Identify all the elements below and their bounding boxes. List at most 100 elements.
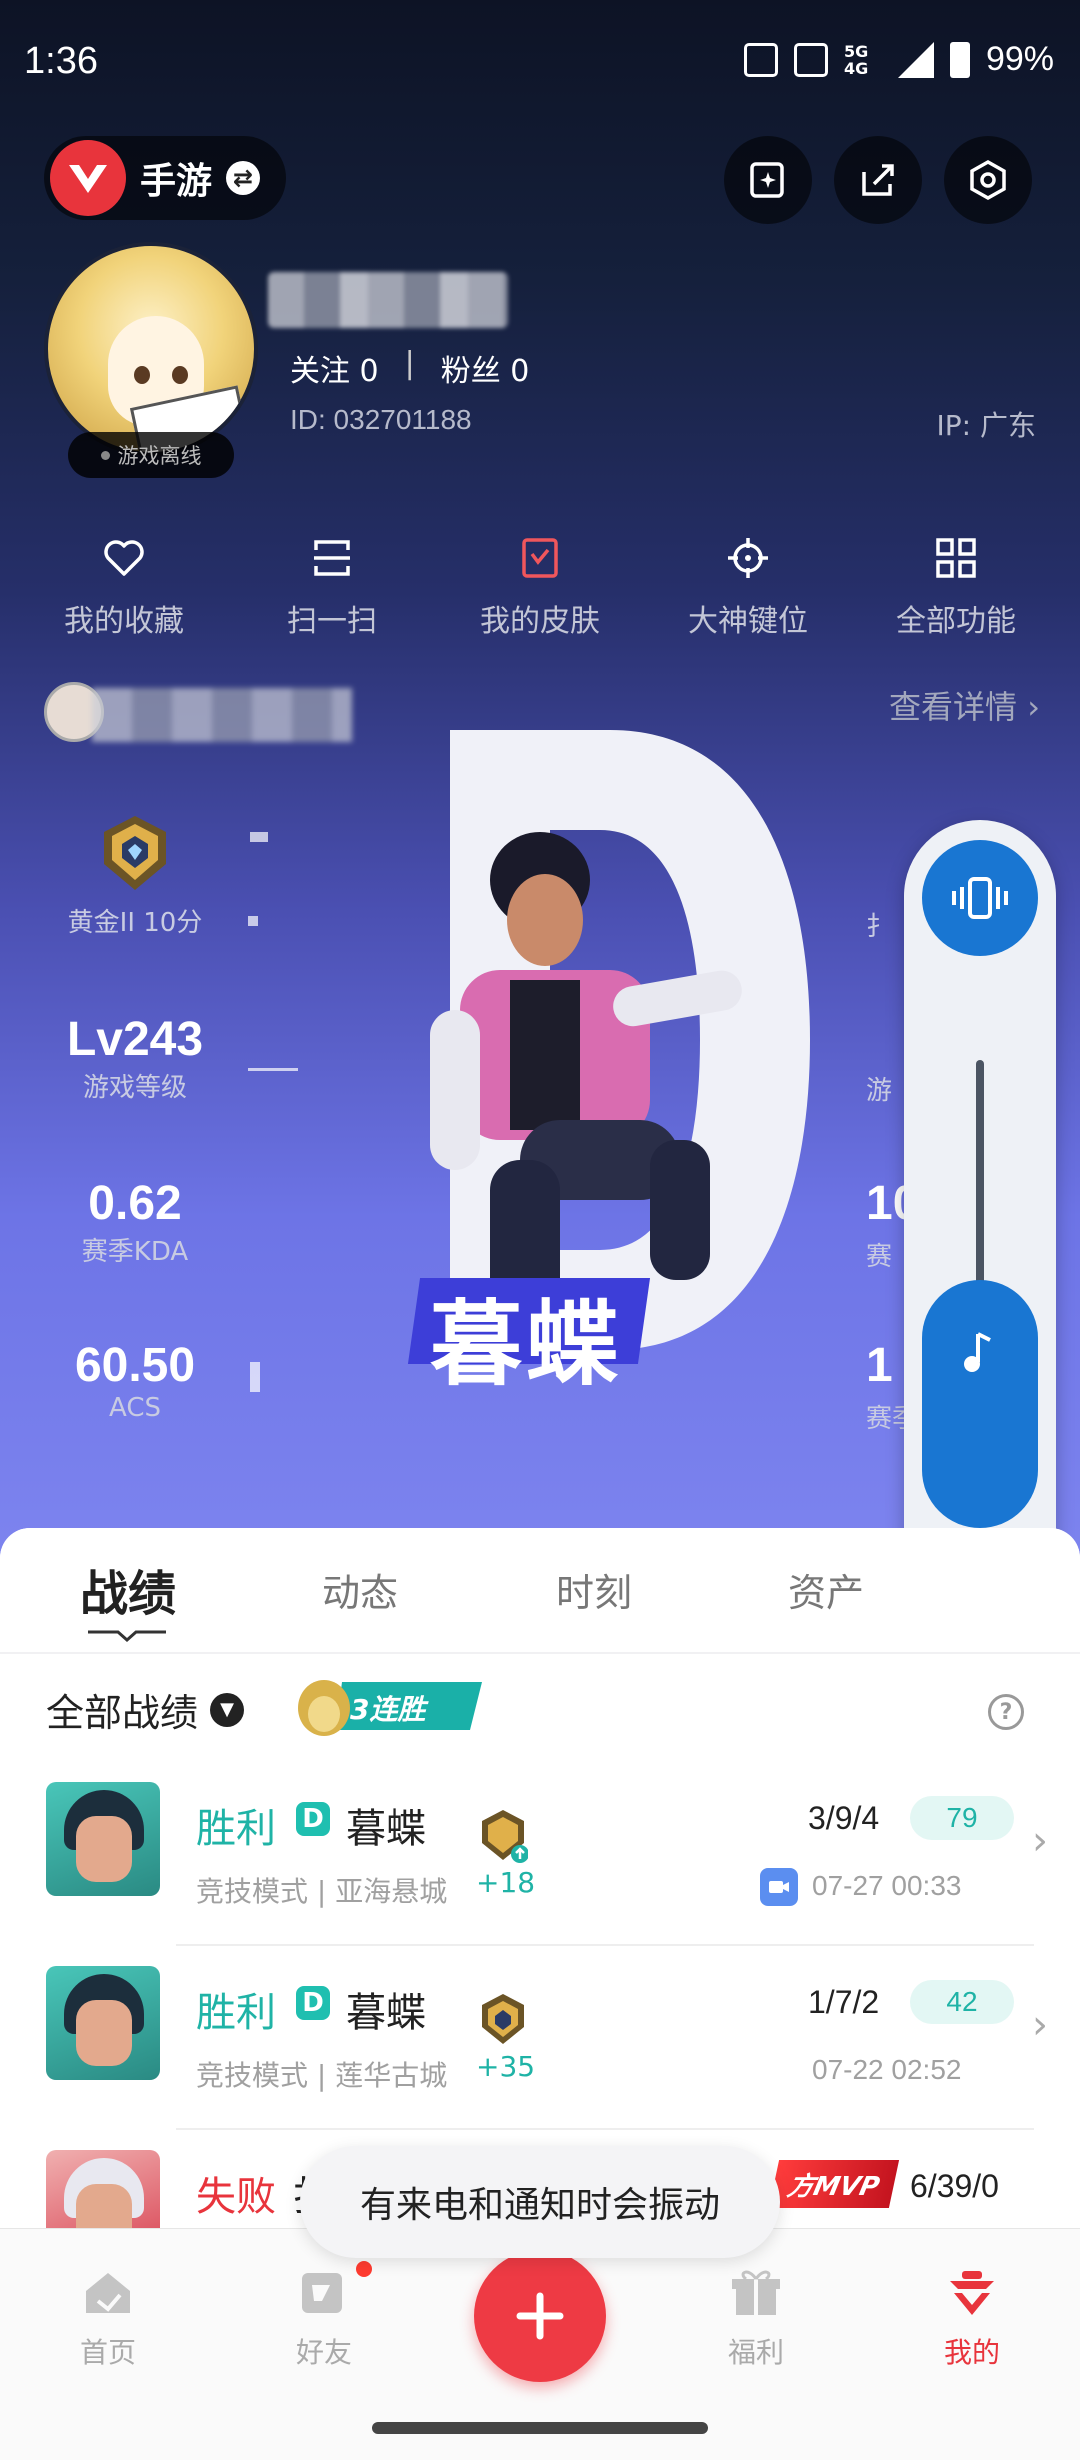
swap-icon: ⇄ [226, 161, 261, 195]
nav-friends[interactable]: 好友 [264, 2261, 384, 2371]
quick-item-label: 大神键位 [688, 604, 808, 639]
tab-assets[interactable]: 资产 [788, 1562, 864, 1617]
gift-icon [732, 2270, 780, 2315]
content-tabs: 战绩 动态 时刻 资产 [0, 1528, 1080, 1652]
edit-card-button[interactable] [724, 136, 812, 224]
agent-name: 暮蝶 [430, 1291, 623, 1398]
blurred-username [268, 272, 508, 328]
status-text: 游戏离线 [117, 444, 202, 468]
chevron-right-icon: › [1032, 2002, 1048, 2048]
nav-benefits[interactable]: 福利 [696, 2265, 816, 2371]
follow-count[interactable]: 关注 0 [290, 346, 379, 390]
status-time: 1:36 [24, 40, 98, 82]
acs-value: 60.50 [74, 1339, 196, 1392]
quick-item-keymap[interactable]: 大神键位 [663, 534, 833, 640]
quick-item-label: 扫一扫 [287, 604, 377, 639]
rank-change-icon [482, 1810, 528, 1863]
music-note-icon [964, 1332, 991, 1372]
match-time: 07-22 02:52 [812, 2054, 962, 2085]
skin-icon [522, 538, 558, 578]
nav-me[interactable]: 我的 [912, 2265, 1032, 2371]
scan-icon [314, 540, 350, 576]
profile-icon [950, 2271, 994, 2315]
match-result: 胜利 [196, 1990, 276, 2036]
quick-item-label: 我的皮肤 [480, 604, 600, 639]
ip-location: IP: 广东 [936, 409, 1036, 442]
agent-badge: D [296, 1802, 330, 1836]
network-type: 5G 4G [843, 41, 869, 78]
nav-label: 首页 [79, 2336, 136, 2369]
match-row[interactable]: 胜利 D 暮蝶 竞技模式 | 亚海悬城 +18 3/9/4 79 07-27 0… [0, 1762, 1080, 1946]
match-result: 胜利 [196, 1806, 276, 1852]
level-value: Lv243 [66, 1013, 204, 1066]
video-icon[interactable] [760, 1868, 798, 1906]
active-tab-indicator [88, 1630, 166, 1642]
stat-level: Lv243 游戏等级 [40, 1012, 230, 1104]
nav-label: 我的 [943, 2336, 1000, 2369]
stat-acs: 60.50 ACS [40, 1338, 230, 1423]
settings-button[interactable] [944, 136, 1032, 224]
quick-item-scan[interactable]: 扫一扫 [247, 534, 417, 640]
match-agent-name: 暮蝶 [346, 1990, 426, 2036]
rank-label: 黄金II 10分 [67, 908, 203, 938]
filter-label: 全部战绩 [46, 1691, 199, 1735]
create-post-button[interactable] [474, 2250, 606, 2382]
match-agent-name: 暮蝶 [346, 1806, 426, 1852]
agent-letter: D [440, 720, 452, 724]
ringer-mode-button[interactable] [922, 840, 1038, 956]
kda-label: 赛季KDA [81, 1237, 189, 1267]
rank-delta: +35 [476, 2050, 536, 2083]
status-dot [100, 450, 110, 460]
share-button[interactable] [834, 136, 922, 224]
notification-dot [356, 2261, 372, 2277]
decorative-mark [248, 916, 258, 926]
quick-item-label: 全部功能 [896, 604, 1016, 639]
volume-track[interactable] [976, 1060, 984, 1300]
media-volume-slider[interactable] [922, 1280, 1038, 1528]
status-bar: 1:36 5G 4G 99% [0, 0, 1080, 130]
stat-rank[interactable]: 黄金II 10分 [40, 814, 230, 939]
view-details-link[interactable]: 查看详情 › [889, 682, 1040, 728]
quick-functions: 我的收藏 扫一扫 我的皮肤 大神键位 全部功能 [0, 534, 1080, 640]
follow-stats: 关注 0 | 粉丝 0 [290, 346, 529, 390]
home-indicator[interactable] [372, 2422, 708, 2434]
records-filter[interactable]: 全部战绩 ▼ [46, 1682, 245, 1737]
friends-icon [302, 2273, 342, 2313]
crosshair-icon [728, 538, 768, 578]
match-mode: 竞技模式 | 亚海悬城 [196, 1875, 448, 1908]
settings-hexagon-icon [970, 159, 1006, 201]
tab-feed[interactable]: 动态 [322, 1562, 398, 1617]
follow-separator: | [404, 346, 415, 381]
status-icons: 5G 4G 99% [743, 40, 1054, 79]
acs-label: ACS [109, 1393, 161, 1423]
blurred-game-account [92, 688, 352, 742]
match-mode: 竞技模式 | 莲华古城 [196, 2059, 448, 2092]
game-logo-icon [50, 140, 126, 216]
nav-home[interactable]: 首页 [48, 2265, 168, 2371]
quick-item-skins[interactable]: 我的皮肤 [455, 534, 625, 640]
win-streak-text: 3连胜 [350, 1693, 426, 1726]
quick-item-favorites[interactable]: 我的收藏 [39, 534, 209, 640]
level-label: 游戏等级 [82, 1073, 187, 1103]
right-level-label: 游 [866, 1076, 893, 1106]
quick-item-all[interactable]: 全部功能 [871, 534, 1041, 640]
decorative-mark [250, 1362, 260, 1392]
chevron-down-icon: ▼ [210, 1692, 245, 1727]
match-score: 79 [910, 1796, 1014, 1840]
match-row[interactable]: 胜利 D 暮蝶 竞技模式 | 莲华古城 +35 1/7/2 42 07-22 0… [0, 1946, 1080, 2130]
heart-icon [104, 540, 144, 576]
plus-icon [516, 2292, 564, 2340]
tab-moments[interactable]: 时刻 [556, 1562, 632, 1617]
gold-rank-icon [104, 816, 166, 890]
match-time: 07-27 00:33 [812, 1870, 962, 1901]
game-name: 手游 [140, 161, 213, 202]
decorative-mark [250, 832, 268, 842]
user-avatar[interactable] [44, 242, 258, 456]
fans-count[interactable]: 粉丝 0 [441, 346, 530, 390]
gold-rank-icon [482, 1994, 524, 2044]
help-icon[interactable]: ? [988, 1694, 1024, 1730]
tab-records[interactable]: 战绩 [80, 1554, 176, 1624]
avatar-eye [134, 366, 150, 384]
stat-kda: 0.62 赛季KDA [40, 1176, 230, 1268]
game-switcher[interactable]: 手游 ⇄ [44, 136, 286, 220]
